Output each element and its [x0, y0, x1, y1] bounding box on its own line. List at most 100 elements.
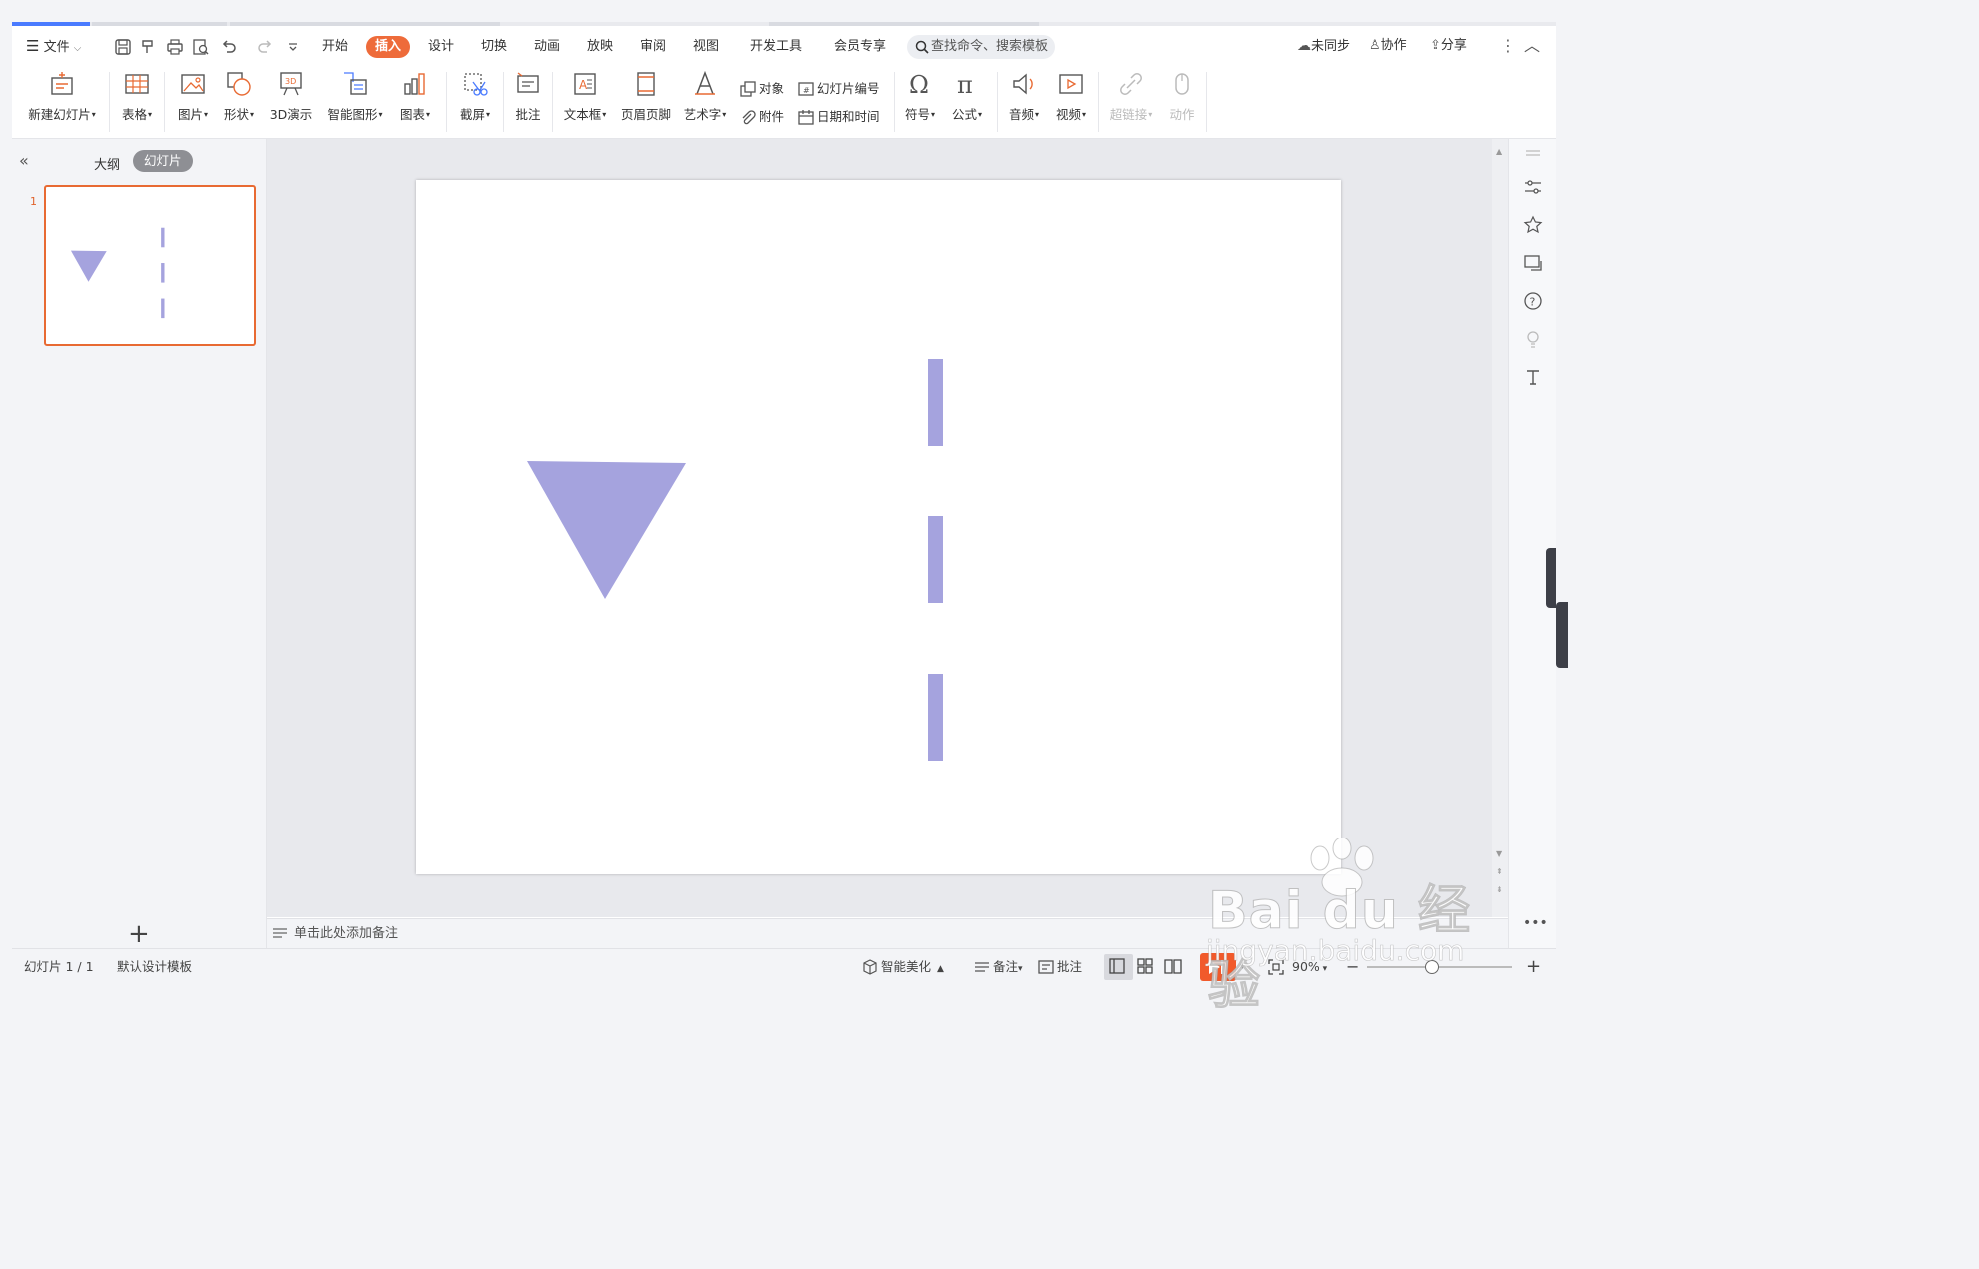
customize-toolbar-icon[interactable] — [284, 38, 302, 56]
attachment-button[interactable]: 附件 — [740, 106, 784, 128]
symbol-button[interactable]: Ω 符号 — [900, 70, 940, 132]
tab-outline[interactable]: 大纲 — [94, 154, 120, 173]
reading-view-button[interactable] — [1164, 949, 1185, 984]
more-options-icon[interactable]: ••• — [1523, 915, 1548, 931]
tab-review[interactable]: 审阅 — [631, 36, 675, 58]
lightbulb-icon[interactable] — [1523, 329, 1543, 349]
format-painter-icon[interactable] — [140, 38, 158, 56]
design-template-label[interactable]: 默认设计模板 — [117, 949, 192, 984]
svg-text:?: ? — [1530, 296, 1536, 309]
slide-content — [527, 359, 943, 761]
help-icon[interactable]: ? — [1523, 291, 1543, 311]
smartart-button[interactable]: 智能图形 — [322, 70, 388, 132]
tab-design[interactable]: 设计 — [419, 36, 463, 58]
thumb-triangle — [70, 250, 107, 282]
video-button[interactable]: 视频 — [1050, 70, 1092, 132]
action-button[interactable]: 动作 — [1164, 70, 1200, 132]
collapse-panel-icon[interactable]: « — [19, 151, 29, 170]
calendar-icon — [798, 110, 814, 125]
object-icon — [740, 81, 756, 97]
comment-label: 批注 — [515, 107, 541, 122]
smart-beautify-button[interactable]: 智能美化 ▲ — [862, 949, 944, 984]
collapse-ribbon-icon[interactable]: ︿ — [1524, 26, 1540, 66]
floating-edge-handle[interactable] — [1546, 548, 1556, 608]
notes-pane[interactable]: 单击此处添加备注 — [267, 918, 1508, 949]
tab-view[interactable]: 视图 — [684, 36, 728, 58]
zoom-out-icon[interactable]: − — [1346, 949, 1359, 984]
comment-toggle-button[interactable]: 批注 — [1038, 949, 1082, 984]
datetime-button[interactable]: 日期和时间 — [798, 106, 880, 128]
vertical-bar-shape[interactable] — [928, 516, 943, 603]
sync-status-button[interactable]: ☁未同步 — [1297, 26, 1350, 66]
tab-insert[interactable]: 插入 — [366, 36, 411, 58]
slide-sorter-button[interactable] — [1136, 949, 1157, 984]
video-icon — [1059, 74, 1083, 94]
print-preview-icon[interactable] — [192, 38, 210, 56]
slide-switch-icon[interactable] — [1523, 253, 1543, 273]
wps-presentation-window: ☰ 文件 ⌵ 开始 插入 设计 切换 动画 放映 审阅 视图 开发工具 会员专享… — [12, 22, 1556, 984]
wordart-button[interactable]: 艺术字 — [680, 70, 730, 132]
zoom-in-icon[interactable]: + — [1526, 949, 1541, 984]
formula-button[interactable]: π 公式 — [946, 70, 988, 132]
star-magic-icon[interactable] — [1523, 215, 1543, 235]
next-slide-icon[interactable]: ⇟ — [1496, 885, 1503, 894]
slide-number-button[interactable]: # 幻灯片编号 — [798, 78, 880, 100]
play-slideshow-button[interactable] — [1200, 953, 1236, 981]
print-icon[interactable] — [166, 38, 184, 56]
header-footer-button[interactable]: 页眉页脚 — [618, 70, 674, 132]
scroll-up-icon[interactable]: ▲ — [1496, 147, 1502, 156]
search-box[interactable]: 查找命令、搜索模板 — [907, 35, 1055, 59]
zoom-level-dropdown[interactable]: 90% ▾ — [1292, 949, 1327, 984]
save-icon[interactable] — [114, 38, 132, 56]
notes-toggle-button[interactable]: 备注▾ — [974, 949, 1023, 984]
tab-membership[interactable]: 会员专享 — [825, 36, 895, 58]
picture-button[interactable]: 图片 — [172, 70, 214, 132]
fit-window-button[interactable] — [1268, 949, 1287, 984]
more-menu-icon[interactable]: ⋮ — [1500, 26, 1516, 66]
file-menu[interactable]: ☰ 文件 ⌵ — [26, 26, 81, 66]
floating-edge-handle[interactable] — [1556, 602, 1568, 668]
vertical-bar-shape[interactable] — [928, 359, 943, 446]
tab-slideshow[interactable]: 放映 — [578, 36, 622, 58]
status-bar: 幻灯片 1 / 1 默认设计模板 智能美化 ▲ 备注▾ 批注 ▾ 90% ▾ − … — [12, 948, 1556, 984]
redo-icon[interactable] — [256, 38, 274, 56]
slideshow-options-icon[interactable]: ▾ — [1240, 949, 1245, 984]
tab-start[interactable]: 开始 — [313, 36, 357, 58]
triangle-shape[interactable] — [527, 461, 686, 599]
undo-icon[interactable] — [220, 38, 238, 56]
add-slide-icon[interactable]: + — [128, 919, 150, 949]
tab-developer[interactable]: 开发工具 — [741, 36, 811, 58]
hyperlink-button[interactable]: 超链接 — [1106, 70, 1156, 132]
comment-button[interactable]: 批注 — [510, 70, 546, 132]
vertical-scrollbar[interactable]: ▲ ▼ ⇞ ⇟ — [1492, 139, 1508, 917]
shape-button[interactable]: 形状 — [218, 70, 260, 132]
share-button[interactable]: ⇪分享 — [1430, 26, 1467, 66]
new-slide-icon — [51, 72, 73, 95]
comment-icon — [517, 72, 539, 93]
smartart-label: 智能图形 — [322, 104, 388, 123]
audio-button[interactable]: 音频 — [1004, 70, 1044, 132]
zoom-slider[interactable] — [1367, 960, 1512, 974]
chart-button[interactable]: 图表 — [394, 70, 436, 132]
vertical-bar-shape[interactable] — [928, 674, 943, 761]
slide-editing-area — [267, 139, 1502, 917]
collaborate-button[interactable]: ♙协作 — [1369, 26, 1407, 66]
wordart-label: 艺术字 — [680, 104, 730, 123]
text-style-icon[interactable] — [1523, 367, 1543, 387]
table-button[interactable]: 表格 — [116, 70, 158, 132]
zoom-slider-knob[interactable] — [1425, 960, 1439, 974]
prev-slide-icon[interactable]: ⇞ — [1496, 867, 1503, 876]
screenshot-button[interactable]: 截屏 — [454, 70, 496, 132]
normal-view-button[interactable] — [1104, 954, 1133, 980]
tab-transition[interactable]: 切换 — [472, 36, 516, 58]
tab-slides[interactable]: 幻灯片 — [133, 150, 193, 172]
tab-animation[interactable]: 动画 — [525, 36, 569, 58]
slide-thumbnail[interactable] — [44, 185, 256, 346]
textbox-button[interactable]: A 文本框 — [560, 70, 610, 132]
scroll-down-icon[interactable]: ▼ — [1496, 849, 1502, 858]
3d-demo-button[interactable]: 3D 3D演示 — [266, 70, 316, 132]
object-button[interactable]: 对象 — [740, 78, 784, 100]
settings-sliders-icon[interactable] — [1523, 177, 1543, 197]
slide-canvas[interactable] — [416, 180, 1341, 874]
new-slide-button[interactable]: 新建幻灯片 — [22, 70, 102, 132]
